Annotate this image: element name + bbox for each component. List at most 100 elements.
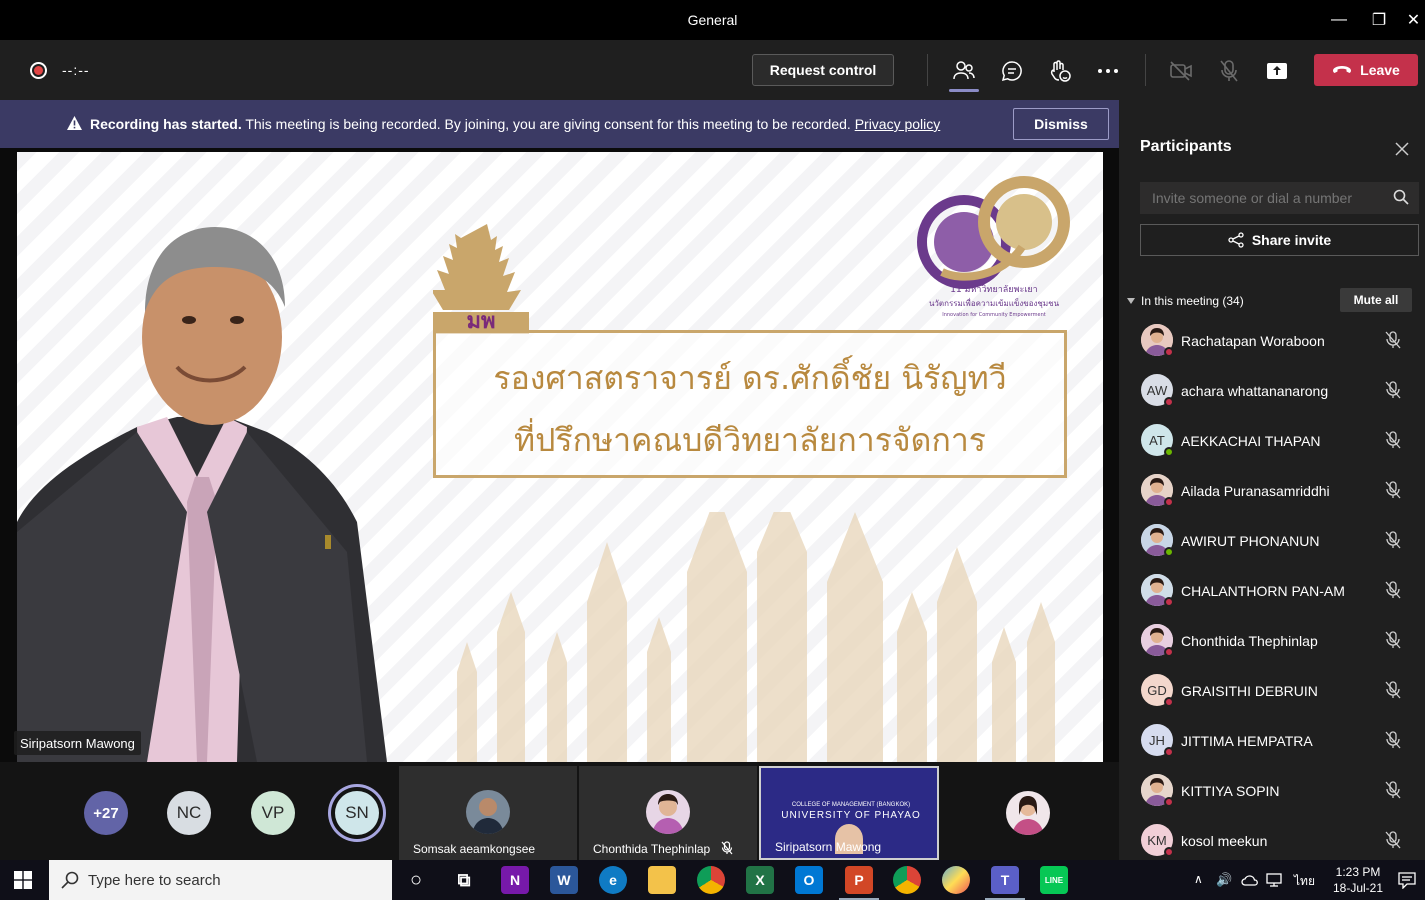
windows-start-icon[interactable]: [14, 871, 32, 889]
restore-button[interactable]: ❐: [1364, 8, 1394, 32]
chrome-icon[interactable]: [697, 866, 725, 894]
more-icon[interactable]: [1093, 56, 1123, 86]
share-tray-icon[interactable]: [1262, 56, 1292, 86]
avatar[interactable]: [1006, 791, 1050, 835]
powerpoint-icon[interactable]: P: [839, 866, 879, 900]
edge-icon[interactable]: e: [599, 866, 627, 894]
mic-off-icon[interactable]: [1385, 531, 1401, 554]
volume-icon[interactable]: 🔊: [1216, 872, 1232, 888]
mic-off-icon[interactable]: [1214, 56, 1244, 86]
share-invite-button[interactable]: Share invite: [1140, 224, 1419, 256]
presence-status-badge: [1164, 597, 1174, 607]
phone-icon: [1333, 66, 1352, 73]
temple-silhouette-image: [457, 512, 1055, 762]
onedrive-icon[interactable]: [1241, 873, 1259, 887]
language-indicator[interactable]: ไทย: [1294, 872, 1315, 891]
request-control-button[interactable]: Request control: [752, 54, 894, 86]
participant-name: KITTIYA SOPIN: [1181, 783, 1280, 799]
participant-strip: +27 NC VP SN Somsak aeamkongsee Chonthid…: [0, 762, 1119, 860]
mic-off-icon: [721, 841, 733, 855]
clock-date: 18-Jul-21: [1332, 881, 1384, 895]
participant-name: Rachatapan Woraboon: [1181, 333, 1325, 349]
line-icon[interactable]: LINE: [1040, 866, 1068, 894]
presence-status-badge: [1164, 447, 1174, 457]
share-tile-text-2: UNIVERSITY OF PHAYAO: [781, 810, 921, 821]
privacy-policy-link[interactable]: Privacy policy: [855, 116, 941, 132]
participant-row[interactable]: Ailada Puranasamriddhi: [1119, 465, 1425, 515]
participant-row[interactable]: Rachatapan Woraboon: [1119, 315, 1425, 365]
mic-off-icon[interactable]: [1385, 831, 1401, 854]
mic-off-icon[interactable]: [1385, 581, 1401, 604]
leave-label: Leave: [1360, 62, 1400, 78]
tile-name: Siripatsorn Mawong: [775, 840, 882, 854]
taskbar-clock[interactable]: 1:23 PM 18-Jul-21: [1330, 864, 1386, 896]
participant-row[interactable]: Chonthida Thephinlap: [1119, 615, 1425, 665]
participant-row[interactable]: AW achara whattananarong: [1119, 365, 1425, 415]
camera-off-icon[interactable]: [1166, 56, 1196, 86]
avatar: [646, 790, 690, 834]
presence-status-badge: [1164, 647, 1174, 657]
excel-icon[interactable]: X: [746, 866, 774, 894]
participants-icon[interactable]: [949, 56, 979, 92]
video-tile[interactable]: Somsak aeamkongsee: [399, 766, 577, 860]
clock-time: 1:23 PM: [1335, 865, 1381, 879]
video-tile[interactable]: Chonthida Thephinlap: [579, 766, 757, 860]
participant-row[interactable]: JH JITTIMA HEMPATRA: [1119, 715, 1425, 765]
teams-icon[interactable]: T: [985, 866, 1025, 900]
chrome-icon-2[interactable]: [893, 866, 921, 894]
anniversary-logo-image: 11 มหาวิทยาลัยพะเยา นวัตกรรมเพื่อความเข้…: [917, 176, 1070, 318]
taskbar-search-box[interactable]: Type here to search: [49, 860, 392, 900]
university-crest-image: มพ: [433, 224, 529, 334]
mic-off-icon[interactable]: [1385, 781, 1401, 804]
toolbar-divider: [1145, 54, 1146, 86]
mic-off-icon[interactable]: [1385, 681, 1401, 704]
avatar[interactable]: VP: [251, 791, 295, 835]
close-window-button[interactable]: ✕: [1402, 8, 1425, 32]
participant-row[interactable]: KITTIYA SOPIN: [1119, 765, 1425, 815]
speaker-name-label: Siripatsorn Mawong: [14, 731, 141, 755]
network-icon[interactable]: [1266, 873, 1282, 887]
chat-icon[interactable]: [997, 56, 1027, 86]
banner-bold-text: Recording has started.: [90, 116, 242, 132]
mic-off-icon[interactable]: [1385, 431, 1401, 454]
onenote-icon[interactable]: N: [501, 866, 529, 894]
outlook-icon[interactable]: O: [795, 866, 823, 894]
paint-icon[interactable]: [942, 866, 970, 894]
close-icon[interactable]: [1395, 142, 1409, 156]
overflow-participants-button[interactable]: +27: [84, 791, 128, 835]
mute-all-button[interactable]: Mute all: [1340, 288, 1412, 312]
meeting-timer: --:--: [62, 62, 90, 78]
participant-row[interactable]: CHALANTHORN PAN-AM: [1119, 565, 1425, 615]
mic-off-icon[interactable]: [1385, 731, 1401, 754]
invite-input[interactable]: [1140, 182, 1419, 214]
participant-row[interactable]: AWIRUT PHONANUN: [1119, 515, 1425, 565]
logo-text-2: นวัตกรรมเพื่อความเข้มแข็งของชุมชน: [929, 297, 1060, 308]
participant-row[interactable]: KM kosol meekun: [1119, 815, 1425, 865]
avatar[interactable]: NC: [167, 791, 211, 835]
dismiss-button[interactable]: Dismiss: [1013, 108, 1109, 140]
presence-status-badge: [1164, 497, 1174, 507]
tray-chevron-icon[interactable]: ∧: [1194, 872, 1203, 886]
file-explorer-icon[interactable]: [648, 866, 676, 894]
shared-screen-tile[interactable]: COLLEGE OF MANAGEMENT (BANGKOK) UNIVERSI…: [759, 766, 939, 860]
in-meeting-section-toggle[interactable]: In this meeting (34): [1127, 294, 1244, 308]
leave-button[interactable]: Leave: [1314, 54, 1418, 86]
task-view-icon[interactable]: ⧉: [450, 866, 478, 894]
mic-off-icon[interactable]: [1385, 381, 1401, 404]
participant-list: Rachatapan Woraboon AW achara whattananaro…: [1119, 315, 1425, 865]
participant-row[interactable]: GD GRAISITHI DEBRUIN: [1119, 665, 1425, 715]
search-icon[interactable]: [1393, 189, 1409, 205]
presence-status-badge: [1164, 347, 1174, 357]
logo-text-1: 11 มหาวิทยาลัยพะเยา: [950, 284, 1038, 295]
minimize-button[interactable]: —: [1324, 8, 1354, 32]
cortana-icon[interactable]: ○: [402, 866, 430, 894]
participant-row[interactable]: AT AEKKACHAI THAPAN: [1119, 415, 1425, 465]
mic-off-icon[interactable]: [1385, 481, 1401, 504]
mic-off-icon[interactable]: [1385, 631, 1401, 654]
notifications-icon[interactable]: [1398, 871, 1416, 889]
avatar-speaking[interactable]: SN: [335, 791, 379, 835]
word-icon[interactable]: W: [550, 866, 578, 894]
reactions-icon[interactable]: [1045, 56, 1075, 86]
mic-off-icon[interactable]: [1385, 331, 1401, 354]
participant-name: AWIRUT PHONANUN: [1181, 533, 1320, 549]
